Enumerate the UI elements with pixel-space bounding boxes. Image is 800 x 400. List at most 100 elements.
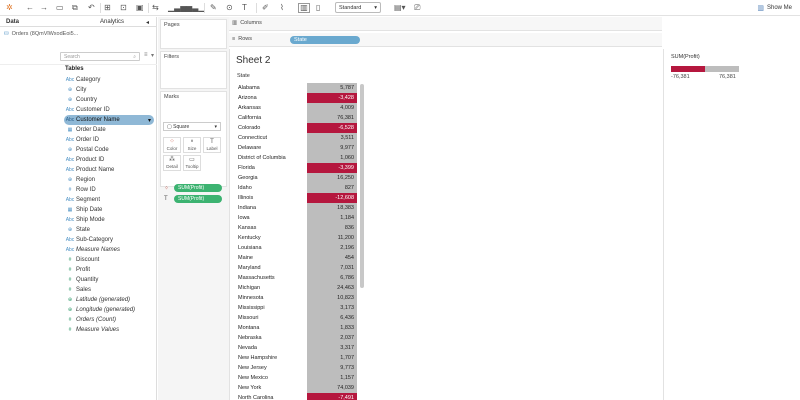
show-me-button[interactable]: ▥ Show Me [757,3,792,13]
size-button[interactable]: ⚬ Size [183,137,201,153]
table-row[interactable]: New York 74,039 [230,383,370,393]
profit-cell[interactable]: 1,157 [307,373,357,383]
table-row[interactable]: Delaware 9,977 [230,143,370,153]
field-item[interactable]: # Measure Values [64,325,154,335]
state-column-header[interactable]: State [237,73,250,79]
fix-axes-icon[interactable]: ▯ [316,3,320,13]
field-item[interactable]: ⊕ Country [64,95,154,105]
pages-card[interactable]: Pages [160,19,227,49]
fit-select[interactable]: Standard ▾ [335,2,381,13]
profit-cell[interactable]: 1,707 [307,353,357,363]
table-row[interactable]: Arkansas 4,009 [230,103,370,113]
color-button[interactable]: ⁘ Color [163,137,181,153]
state-row-pill[interactable]: State [290,36,360,44]
tableau-logo-icon[interactable]: ✲ [6,3,13,13]
label-button[interactable]: T Label [203,137,221,153]
profit-cell[interactable]: 9,977 [307,143,357,153]
table-row[interactable]: Illinois -12,608 [230,193,370,203]
forward-arrow-icon[interactable]: → [40,3,48,13]
field-item[interactable]: # Quantity [64,275,154,285]
sort-descending-icon[interactable]: ▅▃▁ [186,3,204,13]
table-row[interactable]: Indiana 18,383 [230,203,370,213]
new-datasource-icon[interactable]: ⧉ [72,3,78,13]
profit-cell[interactable]: -3,428 [307,93,357,103]
field-item[interactable]: ⊕ State [64,225,154,235]
field-item[interactable]: Abc Customer ID [64,105,154,115]
table-row[interactable]: Maine 454 [230,253,370,263]
field-item[interactable]: Abc Segment [64,195,154,205]
field-item[interactable]: # Profit [64,265,154,275]
table-row[interactable]: Mississippi 3,173 [230,303,370,313]
table-row[interactable]: Louisiana 2,196 [230,243,370,253]
field-item[interactable]: # Orders (Count) [64,315,154,325]
table-row[interactable]: Montana 1,833 [230,323,370,333]
profit-cell[interactable]: 4,009 [307,103,357,113]
label-icon[interactable]: T [242,3,247,13]
datasource-item[interactable]: ⛁ Orders (8QmVlWxodEoi5... [4,31,78,37]
sheet-title[interactable]: Sheet 2 [236,55,270,66]
table-row[interactable]: District of Columbia 1,060 [230,153,370,163]
profit-cell[interactable]: 18,383 [307,203,357,213]
minimize-pane-icon[interactable]: ◂ [146,19,149,26]
profit-cell[interactable]: 1,833 [307,323,357,333]
profit-cell[interactable]: -7,491 [307,393,357,400]
field-item[interactable]: ▦ Order Date [64,125,154,135]
paperclip-icon[interactable]: ⌇ [280,3,284,13]
mark-type-select[interactable]: ▢ Square ▾ [163,122,221,131]
swap-rows-columns-icon[interactable]: ⇆ [152,3,159,13]
table-row[interactable]: California 76,381 [230,113,370,123]
undo-icon[interactable]: ↶ [88,3,95,13]
table-row[interactable]: Minnesota 10,823 [230,293,370,303]
profit-cell[interactable]: 7,031 [307,263,357,273]
field-item[interactable]: ⊕ City [64,85,154,95]
field-item[interactable]: Abc Product Name [64,165,154,175]
color-legend-bar[interactable] [671,66,739,72]
profit-cell[interactable]: 11,200 [307,233,357,243]
profit-cell[interactable]: 2,037 [307,333,357,343]
show-labels-icon[interactable]: ▤▾ [394,3,406,13]
field-search-input[interactable]: Search ⌕ [60,52,140,61]
profit-cell[interactable]: -6,528 [307,123,357,133]
table-row[interactable]: Colorado -6,528 [230,123,370,133]
table-row[interactable]: Georgia 16,250 [230,173,370,183]
tab-analytics[interactable]: Analytics [100,19,124,25]
profit-cell[interactable]: 74,039 [307,383,357,393]
profit-cell[interactable]: 2,196 [307,243,357,253]
profit-cell[interactable]: 3,173 [307,303,357,313]
field-item[interactable]: ⊕ Longitude (generated) [64,305,154,315]
table-row[interactable]: Kentucky 11,200 [230,233,370,243]
sort-ascending-icon[interactable]: ▁▃▅ [168,3,186,13]
table-row[interactable]: Kansas 836 [230,223,370,233]
field-item[interactable]: Abc Product ID [64,155,154,165]
profit-cell[interactable]: 6,436 [307,313,357,323]
field-item[interactable]: # Discount [64,255,154,265]
field-item[interactable]: ⊕ Postal Code [64,145,154,155]
tab-data[interactable]: Data [6,19,19,25]
profit-cell[interactable]: 836 [307,223,357,233]
legend-title[interactable]: SUM(Profit) [671,54,700,60]
profit-cell[interactable]: 16,250 [307,173,357,183]
detail-button[interactable]: ⁂ Detail [163,155,181,171]
field-item[interactable]: ⊕ Latitude (generated) [64,295,154,305]
profit-cell[interactable]: 6,786 [307,273,357,283]
save-icon[interactable]: ▭ [56,3,64,13]
table-row[interactable]: Idaho 827 [230,183,370,193]
profit-cell[interactable]: 1,060 [307,153,357,163]
table-row[interactable]: North Carolina -7,491 [230,393,370,400]
tooltip-button[interactable]: ▭ Tooltip [183,155,201,171]
profit-cell[interactable]: 76,381 [307,113,357,123]
profit-cell[interactable]: 9,773 [307,363,357,373]
field-item[interactable]: Abc Ship Mode [64,215,154,225]
clear-sheet-icon[interactable]: ▣ [136,3,144,13]
duplicate-sheet-icon[interactable]: ⊡ [120,3,127,13]
pen-icon[interactable]: ✐ [262,3,269,13]
field-item[interactable]: Abc Sub-Category [64,235,154,245]
field-item[interactable]: # Row ID [64,185,154,195]
table-row[interactable]: New Mexico 1,157 [230,373,370,383]
fit-icon[interactable]: ▥ [298,3,310,13]
field-item[interactable]: # Sales [64,285,154,295]
table-row[interactable]: Florida -3,399 [230,163,370,173]
profit-cell[interactable]: 24,463 [307,283,357,293]
profit-cell[interactable]: 10,823 [307,293,357,303]
table-row[interactable]: Nevada 3,317 [230,343,370,353]
